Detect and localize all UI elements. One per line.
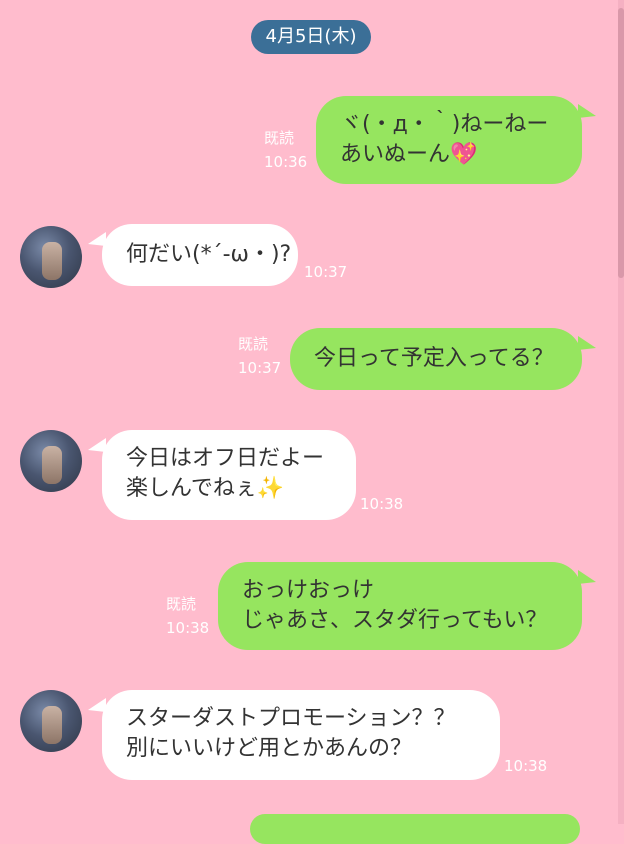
contact-avatar[interactable] [20,690,82,752]
message-text-line: スターダストプロモーション？？ [126,706,456,731]
message-time: 10:38 [166,619,210,637]
message-meta: 既読 10:36 [264,126,307,174]
message-row: 既読 10:37 今日って予定入ってる？ [0,328,624,392]
message-bubble-partial[interactable] [250,814,580,844]
sparkling-heart-icon: 💖 [450,142,478,167]
message-time: 10:37 [238,359,282,377]
message-text-line: 楽しんでねぇ✨ [126,476,285,501]
message-text-line: ヾ(・д・｀)ねーねー [340,112,549,137]
message-row: スターダストプロモーション？？ 別にいいけど用とかあんの？ 10:38 [0,690,624,782]
message-meta: 既読 10:38 [166,592,209,640]
message-text-line: 何だい(*´-ω・)? [126,242,292,267]
message-time: 10:36 [264,153,308,171]
message-bubble[interactable]: 今日はオフ日だよー 楽しんでねぇ✨ [102,430,356,520]
message-bubble[interactable]: 何だい(*´-ω・)? [102,224,298,286]
message-meta: 既読 10:37 [238,332,281,380]
contact-avatar[interactable] [20,226,82,288]
message-row: 今日はオフ日だよー 楽しんでねぇ✨ 10:38 [0,430,624,522]
read-receipt: 既読 [238,335,269,353]
bubble-tail [578,104,596,118]
message-text-line: おっけおっけ [242,578,375,603]
read-receipt: 既読 [264,129,295,147]
message-time: 10:38 [504,757,548,775]
message-text-line: 今日はオフ日だよー [126,446,325,471]
date-separator: 4月5日(木) [251,20,371,54]
bubble-tail [578,336,596,350]
message-text-line: 今日って予定入ってる？ [314,346,554,371]
message-row: 既読 10:36 ヾ(・д・｀)ねーねー あいぬーん💖 [0,96,624,186]
read-receipt: 既読 [166,595,197,613]
message-time: 10:38 [360,495,404,513]
sparkles-icon: ✨ [256,476,285,501]
message-row: 既読 10:38 おっけおっけ じゃあさ、スタダ行ってもい？ [0,562,624,652]
message-bubble[interactable]: おっけおっけ じゃあさ、スタダ行ってもい？ [218,562,582,650]
message-text-line: 別にいいけど用とかあんの？ [126,736,413,761]
message-text-line: あいぬーん💖 [340,142,478,167]
message-text-line: じゃあさ、スタダ行ってもい？ [242,608,548,633]
bubble-tail [578,570,596,584]
message-bubble[interactable]: ヾ(・д・｀)ねーねー あいぬーん💖 [316,96,582,184]
message-bubble[interactable]: 今日って予定入ってる？ [290,328,582,390]
message-bubble[interactable]: スターダストプロモーション？？ 別にいいけど用とかあんの？ [102,690,500,780]
message-row: 何だい(*´-ω・)? 10:37 [0,224,624,290]
message-time: 10:37 [304,263,348,281]
contact-avatar[interactable] [20,430,82,492]
